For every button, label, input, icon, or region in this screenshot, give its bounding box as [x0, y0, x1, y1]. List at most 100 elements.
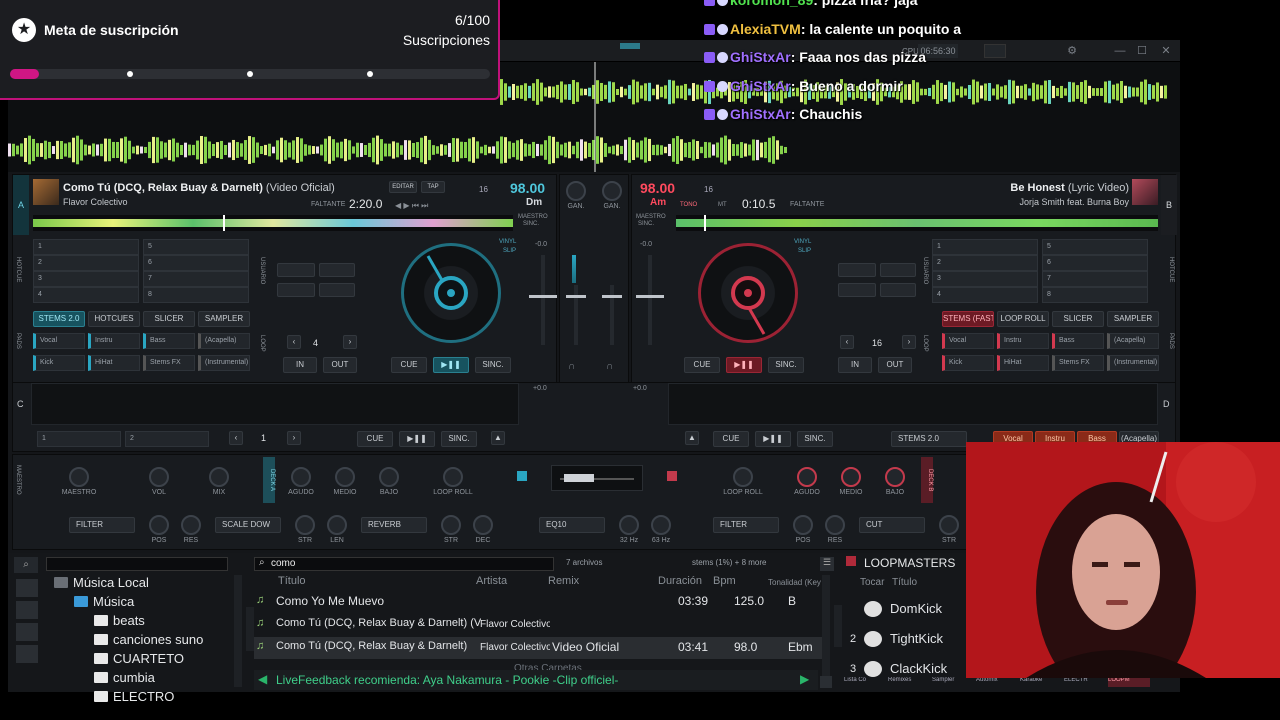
sampler-side-tab[interactable] [834, 605, 842, 647]
left-eq-2-knob[interactable] [379, 467, 399, 487]
right-eq-1-knob[interactable] [797, 467, 817, 487]
deck-a-tap-button[interactable]: TAP [421, 181, 445, 193]
eq10-select[interactable]: EQ10 [539, 517, 605, 533]
right-fx-select-0[interactable]: FILTER [713, 517, 779, 533]
side-icon-3[interactable] [16, 623, 38, 641]
col-duration[interactable]: Duración [658, 575, 702, 587]
deck-c-loop-double-button[interactable]: › [287, 431, 301, 445]
deck-c-letter[interactable]: C [17, 399, 24, 409]
tree-item[interactable]: Música Local [54, 575, 149, 590]
deckb-stem-pad-5[interactable]: HiHat [997, 355, 1049, 371]
side-col-play[interactable]: Tocar [860, 577, 884, 588]
deck-d-stems-dropdown[interactable]: STEMS 2.0 [891, 431, 967, 447]
col-remix[interactable]: Remix [548, 575, 579, 587]
left-fx-select-2[interactable]: REVERB [361, 517, 427, 533]
fx-mix-knob[interactable] [209, 467, 229, 487]
left-fx-0-k1-knob[interactable] [149, 515, 169, 535]
deck-b-vinyl-toggle[interactable]: VINYL [794, 239, 811, 245]
list-scrollbar[interactable] [822, 575, 830, 687]
eq-32hz-knob[interactable] [619, 515, 639, 535]
crossfader-assign-b[interactable] [667, 471, 677, 481]
fx-vol-knob[interactable] [149, 467, 169, 487]
deckb-pad-tab-0[interactable]: STEMS (FAST) [942, 311, 994, 327]
tree-item[interactable]: CUARTETO [94, 651, 184, 666]
volume-fader-b[interactable] [610, 285, 614, 345]
deck-a-vinyl-toggle[interactable]: VINYL [499, 239, 516, 245]
decka-stem-pad-3[interactable]: (Acapella) [198, 333, 250, 349]
bottom-tab[interactable]: Automix [976, 677, 1018, 687]
deck-a-loop-slot-2[interactable] [319, 263, 355, 277]
deck-b-loop-out-button[interactable]: OUT [878, 357, 912, 373]
left-fx-select-1[interactable]: SCALE DOW [215, 517, 281, 533]
deckb-stem-pad-1[interactable]: Instru [997, 333, 1049, 349]
left-fx-2-k1-knob[interactable] [441, 515, 461, 535]
side-icon-1[interactable] [16, 579, 38, 597]
deckb-hotcue-5[interactable]: 5 [1042, 239, 1148, 255]
deckb-hotcue-6[interactable]: 6 [1042, 255, 1148, 271]
deck-b-fx-tab[interactable]: DECK B [921, 457, 933, 503]
deck-a-loop-slot-1[interactable] [277, 263, 315, 277]
side-icon-2[interactable] [16, 601, 38, 619]
decka-hotcue-2[interactable]: 2 [33, 255, 139, 271]
deck-b-slip-toggle[interactable]: SLIP [798, 248, 811, 254]
table-row[interactable]: ♫ Como Tú (DCQ, Relax Buay & Darnelt) Flav… [254, 637, 828, 659]
decka-hotcue-3[interactable]: 3 [33, 271, 139, 287]
search-icon[interactable]: ⌕ [14, 557, 38, 573]
decka-hotcue-1[interactable]: 1 [33, 239, 139, 255]
left-fx-1-k1-knob[interactable] [295, 515, 315, 535]
right-fx-select-1[interactable]: CUT [859, 517, 925, 533]
deck-a-play-button[interactable]: ▶❚❚ [433, 357, 469, 373]
bottom-tab[interactable]: Remixes [888, 677, 930, 687]
col-bpm[interactable]: Bpm [713, 575, 736, 587]
deck-c-waveform[interactable] [31, 383, 519, 425]
volume-fader-a[interactable] [574, 285, 578, 345]
decka-hotcue-5[interactable]: 5 [143, 239, 249, 255]
bottom-tab[interactable]: LOOPM [1108, 677, 1150, 687]
decka-stem-pad-4[interactable]: Kick [33, 355, 85, 371]
headphones-a-icon[interactable]: ∩ [568, 361, 575, 372]
scroll-down-icon[interactable] [820, 676, 832, 688]
deck-a-edit-button[interactable]: EDITAR [389, 181, 417, 193]
deck-d-eject-icon[interactable]: ▲ [685, 431, 699, 445]
decka-hotcue-6[interactable]: 6 [143, 255, 249, 271]
col-title[interactable]: Título [278, 575, 306, 587]
deck-a-letter[interactable]: A [13, 175, 29, 235]
eq-63hz-knob[interactable] [651, 515, 671, 535]
deck-a-loop-in-button[interactable]: IN [283, 357, 317, 373]
right-eq-0-knob[interactable] [733, 467, 753, 487]
col-key[interactable]: Tonalidad (Key [768, 578, 821, 587]
deck-d-play-button[interactable]: ▶❚❚ [755, 431, 791, 447]
deck-c-cue-button[interactable]: CUE [357, 431, 393, 447]
decka-stem-pad-0[interactable]: Vocal [33, 333, 85, 349]
bottom-tab[interactable]: Lista Co [844, 677, 886, 687]
tree-item[interactable]: Música [74, 594, 134, 609]
deck-b-cue-button[interactable]: CUE [684, 357, 720, 373]
search-input[interactable]: ⌕ como [254, 557, 554, 571]
master-volume-knob[interactable] [69, 467, 89, 487]
tree-item[interactable]: beats [94, 613, 145, 628]
deckb-stem-pad-4[interactable]: Kick [942, 355, 994, 371]
deck-c-loop-halve-button[interactable]: ‹ [229, 431, 243, 445]
deckb-stem-pad-7[interactable]: (Instrumental) [1107, 355, 1159, 371]
deck-a-transport-icons[interactable]: ◀ ▶ ⏮ ⏭ [395, 201, 428, 211]
gain-knob-a[interactable] [566, 181, 586, 201]
decka-pad-tab-3[interactable]: SAMPLER [198, 311, 250, 327]
decka-pad-tab-1[interactable]: HOTCUES [88, 311, 140, 327]
bottom-tab[interactable]: Karaoke [1020, 677, 1062, 687]
deck-a-loop-halve-button[interactable]: ‹ [287, 335, 301, 349]
decka-pad-tab-0[interactable]: STEMS 2.0 [33, 311, 85, 327]
left-eq-3-knob[interactable] [443, 467, 463, 487]
deckb-pad-tab-2[interactable]: SLICER [1052, 311, 1104, 327]
deck-b-letter[interactable]: B [1161, 175, 1177, 235]
right-eq-3-knob[interactable] [885, 467, 905, 487]
right-eq-2-knob[interactable] [841, 467, 861, 487]
play-left-icon[interactable]: ◀ [258, 672, 267, 686]
col-artist[interactable]: Artista [476, 575, 507, 587]
bottom-tab[interactable]: ELECTR [1064, 677, 1106, 687]
deck-d-waveform[interactable] [668, 383, 1158, 425]
deck-b-play-button[interactable]: ▶❚❚ [726, 357, 762, 373]
decka-stem-pad-6[interactable]: Stems FX [143, 355, 195, 371]
right-fx-0-k1-knob[interactable] [793, 515, 813, 535]
deck-b-sync-button[interactable]: SINC. [768, 357, 804, 373]
deck-b-loop-slot-2[interactable] [880, 263, 916, 277]
